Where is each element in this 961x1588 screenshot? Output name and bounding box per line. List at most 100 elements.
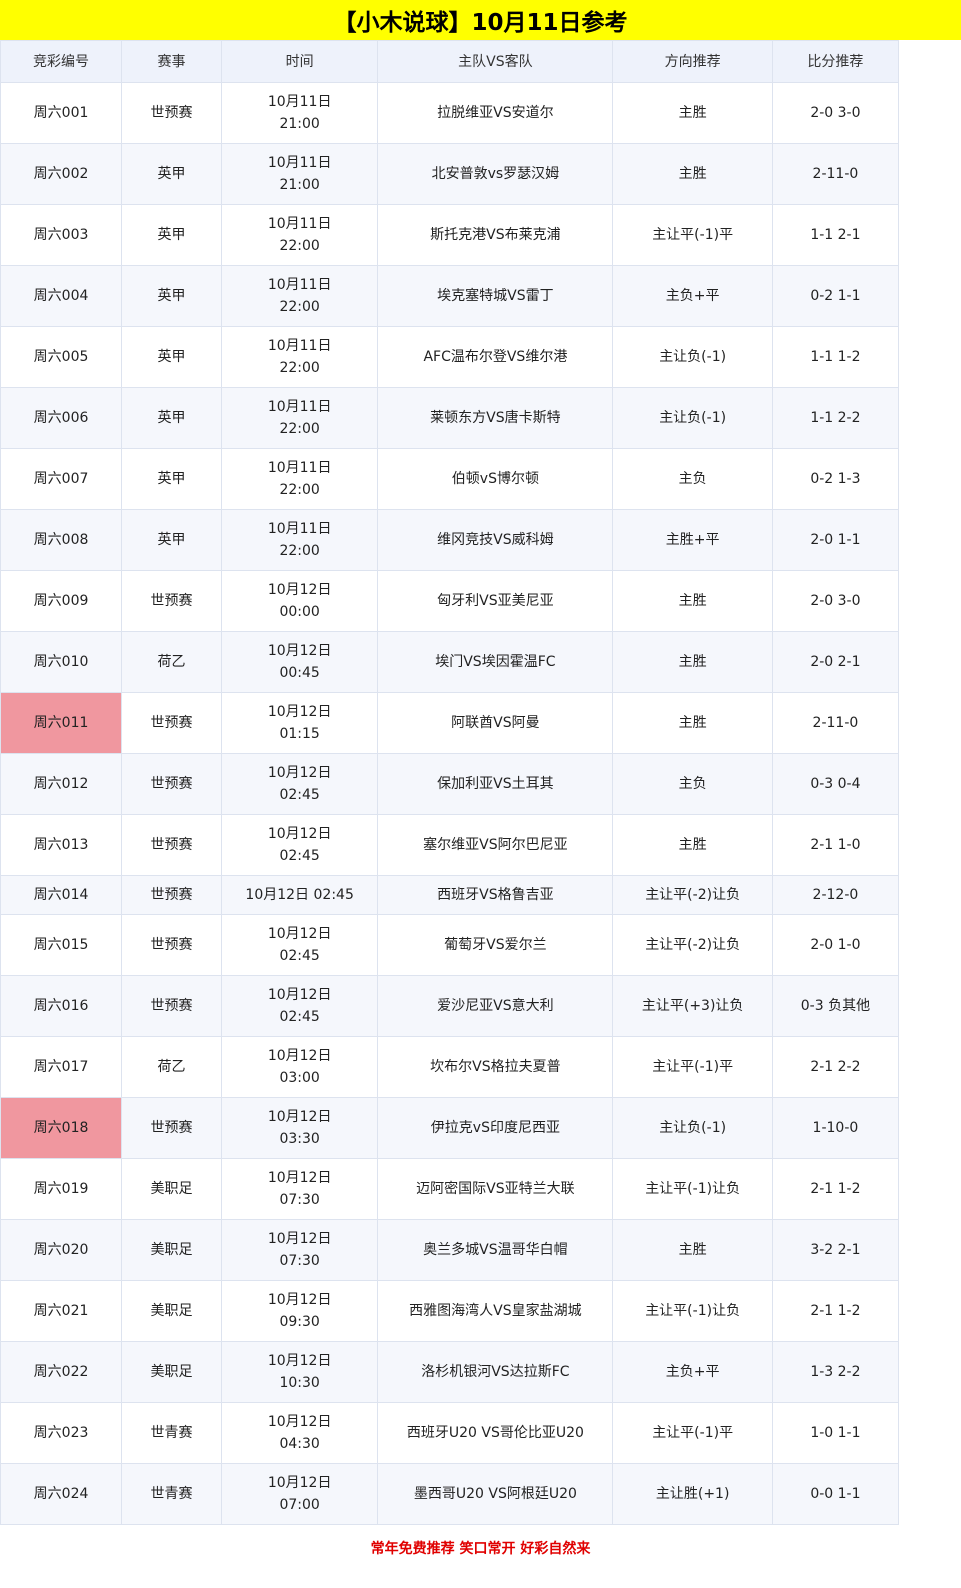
- cell-match: 洛杉机银河VS达拉斯FC: [377, 1341, 614, 1403]
- cell-match: 阿联酋VS阿曼: [377, 692, 614, 754]
- cell-pick: 主让平(-1)平: [612, 1402, 773, 1464]
- cell-time: 10月12日 01:15: [220, 692, 379, 754]
- cell-clock: 10:30: [279, 1375, 320, 1391]
- cell-time: 10月12日 02:45: [220, 753, 379, 815]
- table-row: 周六005 英甲 10月11日 22:00 AFC温布尔登VS维尔港 主让负(-1) 1-1…: [0, 326, 900, 388]
- cell-id: 周六005: [0, 326, 123, 388]
- cell-score: 0-3 负其他: [771, 975, 900, 1037]
- cell-clock: 02:45: [279, 787, 320, 803]
- cell-clock: 21:00: [279, 116, 320, 132]
- cell-time: 10月12日 10:30: [220, 1341, 379, 1403]
- cell-id: 周六006: [0, 387, 123, 449]
- cell-match: 莱顿东方VS唐卡斯特: [377, 387, 614, 449]
- cell-clock: 22:00: [279, 421, 320, 437]
- cell-clock: 03:30: [279, 1131, 320, 1147]
- cell-id: 周六011: [0, 692, 123, 754]
- cell-pick: 主让胜(+1): [612, 1463, 773, 1525]
- cell-pick: 主负+平: [612, 1341, 773, 1403]
- cell-pick: 主胜: [612, 631, 773, 693]
- cell-score: 2-1 1-0: [771, 814, 900, 876]
- cell-league: 英甲: [121, 265, 222, 327]
- table-header-row: 竞彩编号 赛事 时间 主队VS客队 方向推荐 比分推荐: [0, 40, 900, 83]
- cell-match: 西班牙U20 VS哥伦比亚U20: [377, 1402, 614, 1464]
- cell-clock: 21:00: [279, 177, 320, 193]
- cell-match: 西雅图海湾人VS皇家盐湖城: [377, 1280, 614, 1342]
- cell-id: 周六020: [0, 1219, 123, 1281]
- cell-pick: 主让平(-1)平: [612, 204, 773, 266]
- cell-score: 2-0 1-1: [771, 509, 900, 571]
- cell-date: 10月11日: [267, 338, 332, 354]
- cell-match: 维冈竞技VS威科姆: [377, 509, 614, 571]
- cell-time: 10月11日 22:00: [220, 387, 379, 449]
- cell-league: 英甲: [121, 448, 222, 510]
- cell-match: 埃门VS埃因霍温FC: [377, 631, 614, 693]
- cell-date: 10月12日: [267, 926, 332, 942]
- cell-time: 10月11日 22:00: [220, 326, 379, 388]
- cell-score: 1-10-0: [771, 1097, 900, 1159]
- cell-id: 周六021: [0, 1280, 123, 1342]
- table-row: 周六023 世青赛 10月12日 04:30 西班牙U20 VS哥伦比亚U20 主让平(-…: [0, 1402, 900, 1464]
- cell-time: 10月11日 21:00: [220, 82, 379, 144]
- cell-pick: 主让平(-1)平: [612, 1036, 773, 1098]
- cell-id: 周六018: [0, 1097, 123, 1159]
- cell-id: 周六017: [0, 1036, 123, 1098]
- cell-clock: 00:00: [279, 604, 320, 620]
- cell-date: 10月12日: [267, 1353, 332, 1369]
- cell-score: 2-1 2-2: [771, 1036, 900, 1098]
- cell-score: 1-1 2-2: [771, 387, 900, 449]
- table-row: 周六024 世青赛 10月12日 07:00 墨西哥U20 VS阿根廷U20 主让胜(+1…: [0, 1463, 900, 1525]
- cell-pick: 主胜: [612, 1219, 773, 1281]
- cell-score: 2-11-0: [771, 692, 900, 754]
- cell-date: 10月12日: [267, 987, 332, 1003]
- cell-score: 2-0 3-0: [771, 82, 900, 144]
- cell-league: 英甲: [121, 387, 222, 449]
- cell-match: 西班牙VS格鲁吉亚: [377, 875, 614, 915]
- cell-score: 0-0 1-1: [771, 1463, 900, 1525]
- cell-league: 世预赛: [121, 914, 222, 976]
- table-row: 周六003 英甲 10月11日 22:00 斯托克港VS布莱克浦 主让平(-1)平 1-1 …: [0, 204, 900, 266]
- cell-match: 埃克塞特城VS雷丁: [377, 265, 614, 327]
- cell-league: 世预赛: [121, 814, 222, 876]
- cell-id: 周六001: [0, 82, 123, 144]
- cell-time: 10月12日 03:00: [220, 1036, 379, 1098]
- cell-league: 美职足: [121, 1280, 222, 1342]
- cell-id: 周六016: [0, 975, 123, 1037]
- cell-score: 2-1 1-2: [771, 1158, 900, 1220]
- cell-pick: 主胜: [612, 143, 773, 205]
- cell-clock: 03:00: [279, 1070, 320, 1086]
- cell-date: 10月12日: [267, 1231, 332, 1247]
- column-header-time: 时间: [220, 40, 379, 83]
- cell-id: 周六004: [0, 265, 123, 327]
- cell-date: 10月12日: [267, 1414, 332, 1430]
- cell-pick: 主让平(-2)让负: [612, 875, 773, 915]
- cell-match: 奥兰多城VS温哥华白帽: [377, 1219, 614, 1281]
- cell-date: 10月12日: [267, 1475, 332, 1491]
- table-row: 周六007 英甲 10月11日 22:00 伯顿vS博尔顿 主负 0-2 1-3: [0, 448, 900, 510]
- cell-league: 荷乙: [121, 1036, 222, 1098]
- cell-clock: 22:00: [279, 482, 320, 498]
- cell-pick: 主让平(-1)让负: [612, 1158, 773, 1220]
- cell-score: 2-1 1-2: [771, 1280, 900, 1342]
- cell-time: 10月12日 02:45: [220, 975, 379, 1037]
- cell-date: 10月11日: [267, 94, 332, 110]
- cell-match: 伊拉克vS印度尼西亚: [377, 1097, 614, 1159]
- cell-pick: 主让负(-1): [612, 387, 773, 449]
- table-row: 周六004 英甲 10月11日 22:00 埃克塞特城VS雷丁 主负+平 0-2 1-1: [0, 265, 900, 327]
- cell-score: 0-3 0-4: [771, 753, 900, 815]
- cell-league: 世青赛: [121, 1463, 222, 1525]
- column-header-pick: 方向推荐: [612, 40, 773, 83]
- cell-match: 伯顿vS博尔顿: [377, 448, 614, 510]
- table-row: 周六001 世预赛 10月11日 21:00 拉脱维亚VS安道尔 主胜 2-0 3-0: [0, 82, 900, 144]
- cell-clock: 02:45: [279, 1009, 320, 1025]
- cell-id: 周六019: [0, 1158, 123, 1220]
- cell-date: 10月12日: [267, 643, 332, 659]
- cell-score: 1-0 1-1: [771, 1402, 900, 1464]
- cell-league: 世预赛: [121, 753, 222, 815]
- column-header-match: 主队VS客队: [377, 40, 614, 83]
- page-title: 【小木说球】10月11日参考: [0, 0, 961, 40]
- column-header-league: 赛事: [121, 40, 222, 83]
- cell-match: AFC温布尔登VS维尔港: [377, 326, 614, 388]
- table-row: 周六012 世预赛 10月12日 02:45 保加利亚VS土耳其 主负 0-3 0-4: [0, 753, 900, 815]
- cell-pick: 主负: [612, 753, 773, 815]
- cell-pick: 主让平(+3)让负: [612, 975, 773, 1037]
